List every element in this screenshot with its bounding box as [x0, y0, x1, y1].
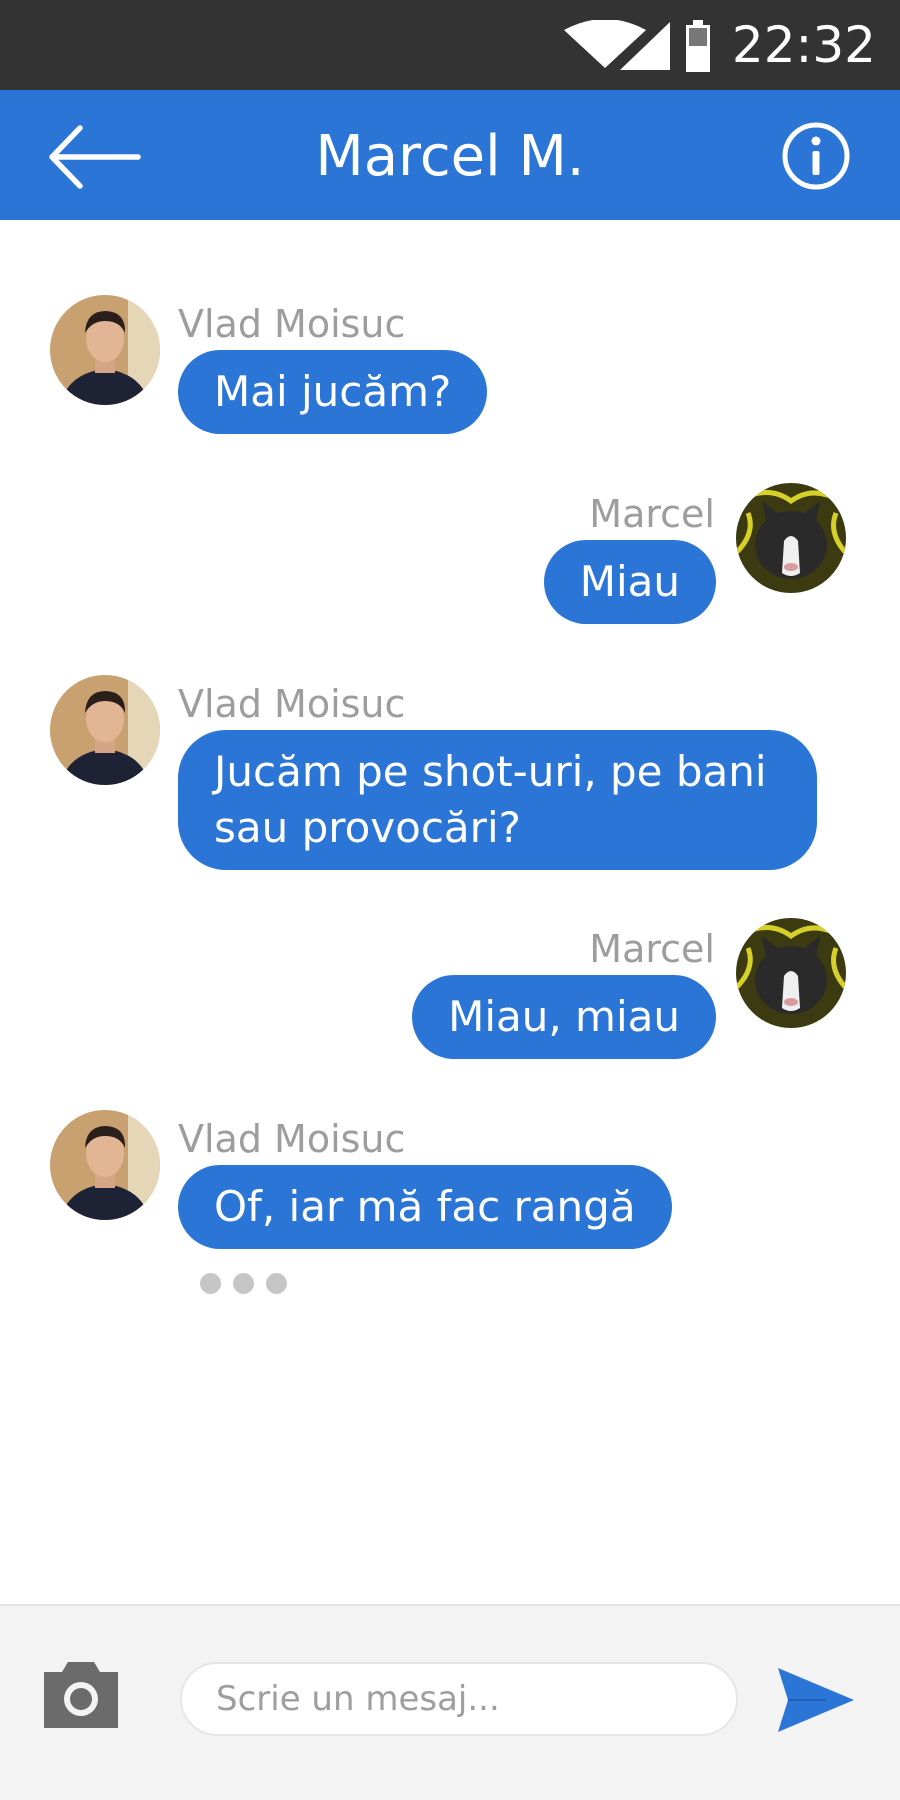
message-bubble[interactable]: Mai jucăm?	[178, 350, 488, 434]
message-input[interactable]	[180, 1662, 738, 1736]
app-bar: Marcel M.	[0, 90, 900, 220]
conversation-title: Marcel M.	[315, 124, 585, 189]
avatar-marcel[interactable]	[736, 483, 846, 593]
battery-icon	[686, 20, 710, 72]
info-icon	[782, 122, 850, 190]
sender-name: Marcel	[589, 492, 715, 536]
sender-name: Marcel	[589, 927, 715, 971]
avatar-vlad[interactable]	[50, 295, 160, 405]
message-bubble[interactable]: Of, iar mă fac rangă	[178, 1165, 672, 1249]
sender-name: Vlad Moisuc	[178, 682, 406, 726]
status-bar: 22:32	[0, 0, 900, 90]
typing-dot	[233, 1273, 254, 1294]
camera-button[interactable]	[44, 1660, 118, 1728]
camera-icon	[44, 1662, 118, 1728]
typing-dot	[200, 1273, 221, 1294]
status-time: 22:32	[731, 16, 876, 74]
message-bubble[interactable]: Jucăm pe shot-uri, pe bani sau provocări…	[178, 730, 817, 870]
typing-indicator	[200, 1273, 287, 1294]
message-composer	[0, 1604, 900, 1800]
avatar-vlad[interactable]	[50, 675, 160, 785]
status-icons	[564, 20, 710, 72]
typing-dot	[266, 1273, 287, 1294]
avatar-marcel[interactable]	[736, 918, 846, 1028]
message-bubble[interactable]: Miau, miau	[412, 975, 716, 1059]
send-icon	[778, 1668, 854, 1732]
info-button[interactable]	[780, 120, 852, 192]
avatar-vlad[interactable]	[50, 1110, 160, 1220]
send-button[interactable]	[776, 1666, 856, 1734]
sender-name: Vlad Moisuc	[178, 302, 406, 346]
message-bubble[interactable]: Miau	[543, 540, 716, 624]
sender-name: Vlad Moisuc	[178, 1117, 406, 1161]
